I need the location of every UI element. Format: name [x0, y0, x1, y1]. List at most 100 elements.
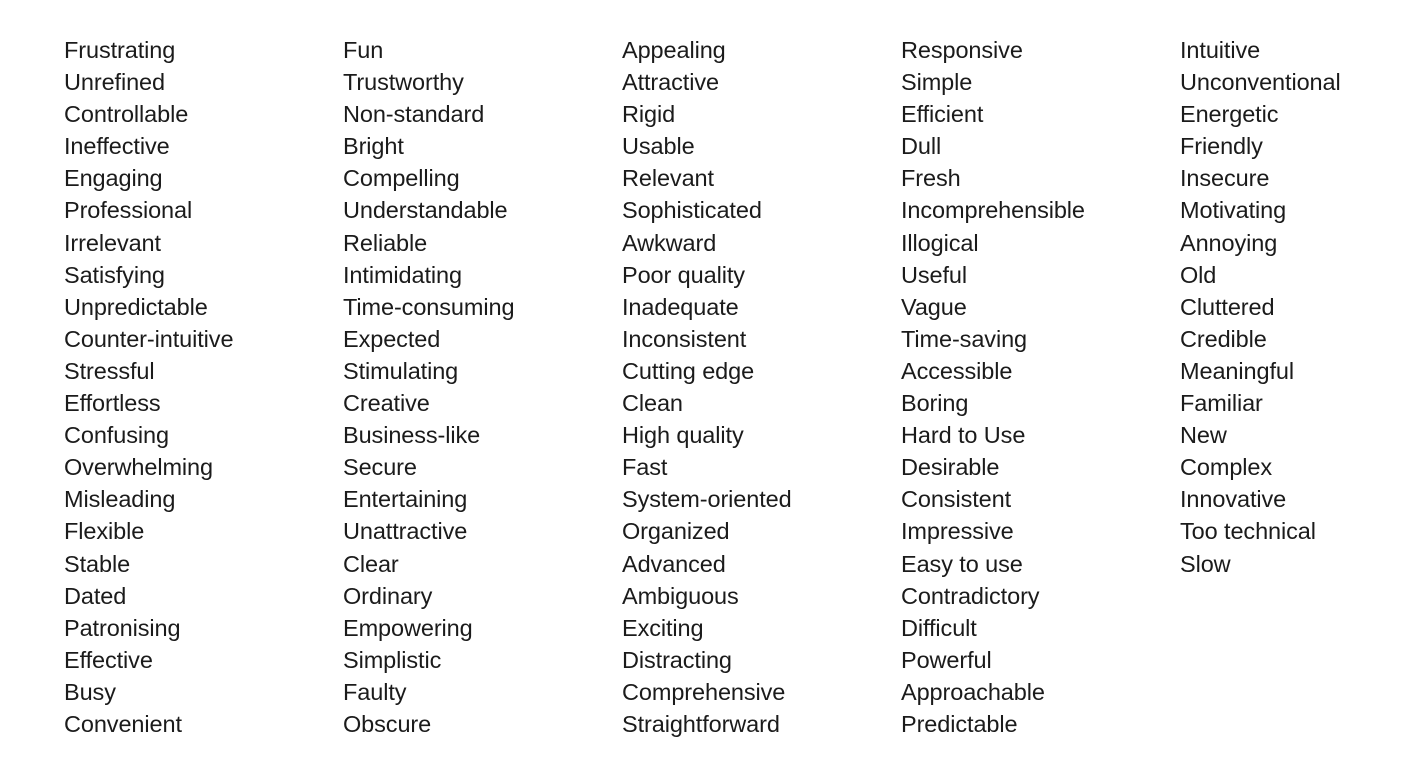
- word-item: Powerful: [901, 646, 992, 673]
- word-column: Fun Trustworthy Non-standard Bright Compelli…: [343, 34, 622, 740]
- word-item: Hard to Use: [901, 422, 1026, 449]
- word-item: Attractive: [622, 69, 719, 96]
- word-item: Friendly: [1180, 133, 1263, 160]
- word-item: Sophisticated: [622, 197, 762, 224]
- word-item: Cutting edge: [622, 357, 755, 384]
- word-item: Irrelevant: [64, 229, 161, 256]
- word-item: Faulty: [343, 678, 407, 705]
- word-item: Trustworthy: [343, 69, 464, 96]
- word-item: Complex: [1180, 454, 1273, 481]
- word-item: Professional: [64, 197, 193, 224]
- word-item: Flexible: [64, 518, 145, 545]
- word-item: System-oriented: [622, 486, 792, 513]
- word-item: Exciting: [622, 614, 704, 641]
- word-item: Creative: [343, 390, 430, 417]
- word-item: Stable: [64, 550, 131, 577]
- word-item: Empowering: [343, 614, 473, 641]
- word-item: Rigid: [622, 101, 676, 128]
- word-column: Responsive Simple Efficient Dull Fresh Incomp…: [901, 34, 1180, 740]
- word-item: Straightforward: [622, 710, 780, 737]
- word-item: Frustrating: [64, 37, 176, 63]
- word-item: Dull: [901, 133, 942, 160]
- word-item: Patronising: [64, 614, 181, 641]
- word-columns-container: Frustrating Unrefined Controllable Ineffect…: [0, 34, 1402, 740]
- word-item: Simplistic: [343, 646, 442, 673]
- word-item: Annoying: [1180, 229, 1278, 256]
- word-item: Busy: [64, 678, 116, 705]
- word-item: Consistent: [901, 486, 1012, 513]
- word-item: Contradictory: [901, 582, 1040, 609]
- word-item: Compelling: [343, 165, 460, 192]
- word-item: Business-like: [343, 422, 481, 449]
- word-item: Difficult: [901, 614, 977, 641]
- word-item: Dated: [64, 582, 127, 609]
- word-column: Intuitive Unconventional Energetic Friendly…: [1180, 34, 1341, 580]
- product-reaction-word-sheet: Frustrating Unrefined Controllable Ineffect…: [0, 0, 1402, 780]
- word-item: Stressful: [64, 357, 155, 384]
- word-item: Ineffective: [64, 133, 170, 160]
- word-item: Credible: [1180, 325, 1267, 352]
- word-item: Obscure: [343, 710, 432, 737]
- word-item: Inadequate: [622, 293, 739, 320]
- word-item: Fun: [343, 37, 384, 63]
- word-item: Fast: [622, 454, 668, 481]
- word-item: Expected: [343, 325, 441, 352]
- word-item: Effective: [64, 646, 153, 673]
- word-item: Misleading: [64, 486, 176, 513]
- word-column: Appealing Attractive Rigid Usable Relevant So…: [622, 34, 901, 740]
- word-item: Awkward: [622, 229, 717, 256]
- word-item: Bright: [343, 133, 404, 160]
- word-item: Controllable: [64, 101, 189, 128]
- word-item: Ambiguous: [622, 582, 739, 609]
- word-item: Fresh: [901, 165, 961, 192]
- word-item: Desirable: [901, 454, 1000, 481]
- word-item: Time-saving: [901, 325, 1028, 352]
- word-item: Clear: [343, 550, 399, 577]
- word-item: Comprehensive: [622, 678, 786, 705]
- word-item: Counter-intuitive: [64, 325, 234, 352]
- word-column: Frustrating Unrefined Controllable Ineffect…: [64, 34, 343, 740]
- word-item: Appealing: [622, 37, 726, 63]
- word-item: New: [1180, 422, 1227, 449]
- word-item: Innovative: [1180, 486, 1287, 513]
- word-item: Advanced: [622, 550, 726, 577]
- word-item: Organized: [622, 518, 730, 545]
- word-item: Understandable: [343, 197, 508, 224]
- word-item: Inconsistent: [622, 325, 747, 352]
- word-item: Efficient: [901, 101, 984, 128]
- word-item: Unpredictable: [64, 293, 208, 320]
- word-item: Confusing: [64, 422, 169, 449]
- word-item: Stimulating: [343, 357, 459, 384]
- word-item: Intimidating: [343, 261, 462, 288]
- word-item: Effortless: [64, 390, 161, 417]
- word-item: Motivating: [1180, 197, 1287, 224]
- word-item: Simple: [901, 69, 973, 96]
- word-item: Incomprehensible: [901, 197, 1085, 224]
- word-item: Predictable: [901, 710, 1018, 737]
- word-item: Old: [1180, 261, 1217, 288]
- word-item: Too technical: [1180, 518, 1316, 545]
- word-item: High quality: [622, 422, 744, 449]
- word-item: Familiar: [1180, 390, 1263, 417]
- word-item: Ordinary: [343, 582, 433, 609]
- word-item: Non-standard: [343, 101, 485, 128]
- word-item: Reliable: [343, 229, 428, 256]
- word-item: Time-consuming: [343, 293, 515, 320]
- word-item: Slow: [1180, 550, 1231, 577]
- word-item: Engaging: [64, 165, 163, 192]
- word-item: Accessible: [901, 357, 1013, 384]
- word-item: Illogical: [901, 229, 979, 256]
- word-item: Intuitive: [1180, 37, 1261, 63]
- word-item: Cluttered: [1180, 293, 1275, 320]
- word-item: Secure: [343, 454, 417, 481]
- word-item: Vague: [901, 293, 967, 320]
- word-item: Distracting: [622, 646, 732, 673]
- word-item: Clean: [622, 390, 683, 417]
- word-item: Responsive: [901, 37, 1023, 63]
- word-item: Unattractive: [343, 518, 468, 545]
- word-item: Relevant: [622, 165, 714, 192]
- word-item: Useful: [901, 261, 968, 288]
- word-item: Insecure: [1180, 165, 1270, 192]
- word-item: Energetic: [1180, 101, 1279, 128]
- word-item: Easy to use: [901, 550, 1023, 577]
